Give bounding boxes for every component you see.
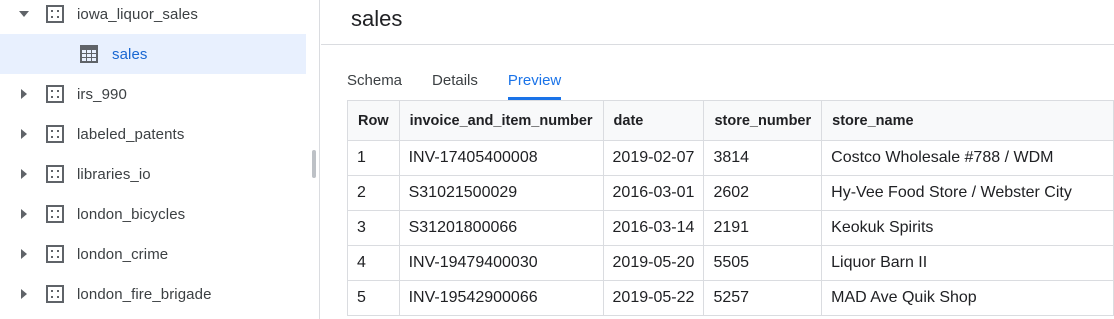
- preview-table-container: Row invoice_and_item_number date store_n…: [347, 100, 1114, 319]
- cell-invoice: INV-17405400008: [398, 140, 604, 176]
- cell-date: 2016-03-14: [602, 210, 705, 246]
- cell-date: 2019-05-22: [602, 280, 705, 316]
- table-row: 2 S31021500029 2016-03-01 2602 Hy-Vee Fo…: [347, 175, 1114, 211]
- tree-item-label: london_bicycles: [77, 205, 186, 223]
- dataset-icon: [46, 5, 64, 23]
- divider: [321, 44, 1114, 45]
- column-header-invoice-and-item-number: invoice_and_item_number: [398, 100, 604, 141]
- tab-bar: Schema Details Preview: [347, 62, 591, 100]
- table-row: 5 INV-19542900066 2019-05-22 5257 MAD Av…: [347, 280, 1114, 316]
- tree-item-sales[interactable]: sales: [0, 34, 306, 74]
- cell-store-name: Keokuk Spirits: [821, 210, 1114, 246]
- tree-item-label: libraries_io: [77, 165, 151, 183]
- tree-item-label: irs_990: [77, 85, 127, 103]
- explorer-sidebar: iowa_liquor_sales sales irs_990 labeled_…: [0, 0, 320, 319]
- cell-date: 2019-05-20: [602, 245, 705, 281]
- cell-store-name: Hy-Vee Food Store / Webster City: [821, 175, 1114, 211]
- caret-right-icon[interactable]: [18, 88, 30, 100]
- column-header-date: date: [602, 100, 705, 141]
- cell-store-name: MAD Ave Quik Shop: [821, 280, 1114, 316]
- cell-row-number: 2: [347, 175, 400, 211]
- cell-row-number: 3: [347, 210, 400, 246]
- dataset-icon: [46, 85, 64, 103]
- caret-right-icon[interactable]: [18, 128, 30, 140]
- sidebar-resize-handle[interactable]: [312, 150, 316, 178]
- cell-invoice: INV-19479400030: [398, 245, 604, 281]
- cell-store-number: 5505: [703, 245, 823, 281]
- table-row: 4 INV-19479400030 2019-05-20 5505 Liquor…: [347, 245, 1114, 281]
- table-header-row: Row invoice_and_item_number date store_n…: [347, 100, 1114, 141]
- cell-invoice: S31021500029: [398, 175, 604, 211]
- caret-right-icon[interactable]: [18, 248, 30, 260]
- cell-store-name: Liquor Barn II: [821, 245, 1114, 281]
- preview-table: Row invoice_and_item_number date store_n…: [347, 100, 1114, 316]
- tree-item-label: london_crime: [77, 245, 169, 263]
- caret-down-icon[interactable]: [18, 8, 30, 20]
- cell-store-name: Costco Wholesale #788 / WDM: [821, 140, 1114, 176]
- cell-row-number: 4: [347, 245, 400, 281]
- tree-item-london-fire-brigade[interactable]: london_fire_brigade: [0, 274, 306, 314]
- tree-item-label: sales: [112, 45, 148, 63]
- caret-right-icon[interactable]: [18, 208, 30, 220]
- table-row: 3 S31201800066 2016-03-14 2191 Keokuk Sp…: [347, 210, 1114, 246]
- tree-item-london-crime[interactable]: london_crime: [0, 234, 306, 274]
- cell-store-number: 2602: [703, 175, 823, 211]
- column-header-row: Row: [347, 100, 400, 141]
- tree-item-irs-990[interactable]: irs_990: [0, 74, 306, 114]
- cell-store-number: 5257: [703, 280, 823, 316]
- cell-row-number: 5: [347, 280, 400, 316]
- tab-details[interactable]: Details: [432, 62, 478, 100]
- cell-invoice: INV-19542900066: [398, 280, 604, 316]
- dataset-icon: [46, 165, 64, 183]
- column-header-store-number: store_number: [703, 100, 823, 141]
- cell-invoice: S31201800066: [398, 210, 604, 246]
- cell-date: 2016-03-01: [602, 175, 705, 211]
- dataset-icon: [46, 205, 64, 223]
- tree-item-labeled-patents[interactable]: labeled_patents: [0, 114, 306, 154]
- caret-right-icon[interactable]: [18, 168, 30, 180]
- caret-right-icon[interactable]: [18, 288, 30, 300]
- tree-item-libraries-io[interactable]: libraries_io: [0, 154, 306, 194]
- cell-date: 2019-02-07: [602, 140, 705, 176]
- cell-row-number: 1: [347, 140, 400, 176]
- tree-item-london-bicycles[interactable]: london_bicycles: [0, 194, 306, 234]
- tree-item-label: london_fire_brigade: [77, 285, 212, 303]
- table-row: 1 INV-17405400008 2019-02-07 3814 Costco…: [347, 140, 1114, 176]
- dataset-icon: [46, 285, 64, 303]
- dataset-icon: [46, 125, 64, 143]
- tree-item-label: iowa_liquor_sales: [77, 5, 198, 23]
- tree-item-label: labeled_patents: [77, 125, 185, 143]
- table-details-panel: sales Schema Details Preview Row invoice…: [321, 0, 1114, 319]
- page-title: sales: [351, 6, 403, 31]
- column-header-store-name: store_name: [821, 100, 1114, 141]
- cell-store-number: 2191: [703, 210, 823, 246]
- tab-preview[interactable]: Preview: [507, 62, 562, 100]
- tree-item-iowa-liquor-sales[interactable]: iowa_liquor_sales: [0, 0, 306, 34]
- table-icon: [80, 45, 98, 63]
- tab-schema[interactable]: Schema: [347, 62, 402, 100]
- dataset-icon: [46, 245, 64, 263]
- cell-store-number: 3814: [703, 140, 823, 176]
